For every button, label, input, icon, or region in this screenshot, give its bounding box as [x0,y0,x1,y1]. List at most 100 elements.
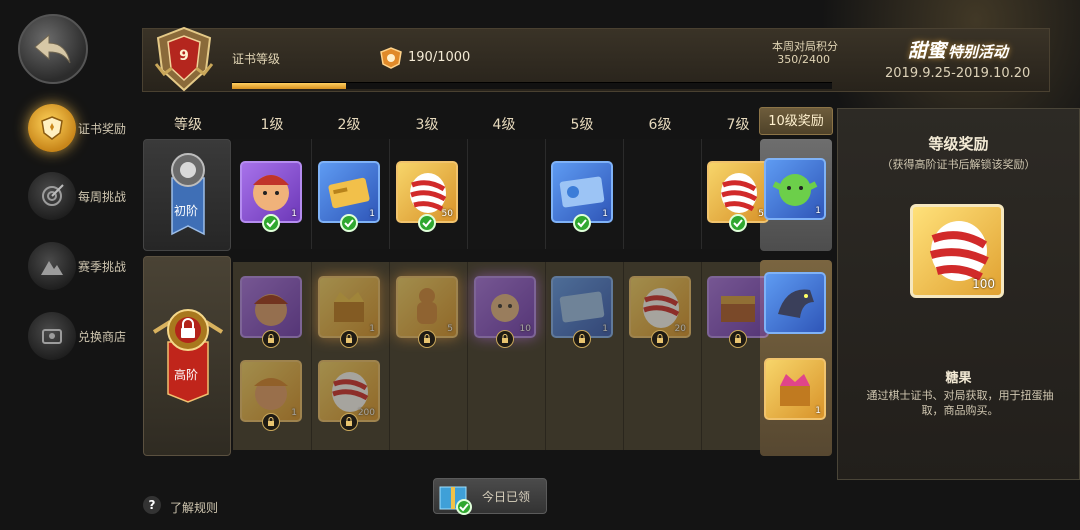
event-title-sub: 特别活动 [948,43,1009,61]
rules-link[interactable]: 了解规则 [170,499,218,516]
mountain-icon [28,242,76,290]
item-count: 1 [815,406,821,416]
lock-icon [262,413,280,431]
column-divider [311,139,312,249]
lock-icon [651,330,669,348]
column-header-level-1: 1级 [260,117,284,133]
claimed-check-icon [729,214,747,232]
column-divider [623,139,624,249]
column-divider [467,262,468,450]
weekly-points-value: 350/2400 [777,53,830,66]
item-count: 10 [519,324,531,334]
lock-icon [340,413,358,431]
basic-tier-label: 初阶 [173,204,198,218]
claimed-check-icon [262,214,280,232]
column-header-level-5: 5级 [570,117,594,133]
column-divider [389,139,390,249]
treasure-chest-icon [721,296,755,322]
advanced-tier-emblem [150,302,226,406]
item-count: 1 [815,206,821,216]
xp-value: 190/1000 [408,50,471,65]
scroll-icon [28,312,76,360]
reward-item-advanced-level-6[interactable]: 20 [629,276,691,338]
reward-detail-title: 等级奖励 [928,135,989,153]
claimed-check-icon [573,214,591,232]
nav-label: 兑换商店 [78,330,127,344]
item-count: 50 [441,209,453,219]
claimed-check-icon [340,214,358,232]
advanced-banner-lock-icon [152,309,224,403]
nav-item-certificate-reward[interactable]: 证书奖励 [28,104,148,158]
daily-claimed-label: 今日已领 [482,490,531,504]
basic-row-background [233,139,763,249]
lock-icon [418,330,436,348]
lock-icon [729,330,747,348]
top-reward-tab[interactable]: 10级奖励 [759,107,833,135]
item-count: 1 [291,209,297,219]
lock-icon [496,330,514,348]
column-header-level-3: 3级 [415,117,439,133]
weekly-points-label: 本周对局积分 [772,40,838,53]
reward-item-advanced-level-1[interactable] [240,276,302,338]
nav-item-weekly-challenge[interactable]: 每周挑战 [28,172,148,226]
dragon-icon [778,289,814,318]
event-dates: 2019.9.25-2019.10.20 [885,66,1031,81]
advanced-tier-label: 高阶 [173,368,198,382]
lock-icon [340,330,358,348]
item-count: 5 [447,324,453,334]
lock-icon [573,330,591,348]
reward-detail-description: 通过棋士证书、对局获取，用于扭蛋抽取，商品购买。 [866,389,1054,417]
nav-label: 赛季挑战 [78,260,127,274]
column-divider [545,262,546,450]
reward-item-advanced-level-3[interactable]: 5 [396,276,458,338]
xp-progress-fill [232,83,346,89]
level-column-header: 等级 [174,117,202,133]
level-number: 9 [179,48,189,64]
reward-detail-name: 糖果 [945,371,972,386]
column-divider [701,139,702,249]
reward-item-advanced-level-7[interactable] [707,276,769,338]
certificate-shield-icon [28,104,76,152]
item-count: 200 [357,408,375,418]
event-title-main: 甜蜜 [908,40,947,62]
column-divider [623,262,624,450]
hero-avatar-icon [254,294,288,326]
item-count: 1 [369,209,375,219]
item-count: 1 [602,324,608,334]
basic-tier-emblem [160,148,216,244]
claimed-check-icon [418,214,436,232]
item-count: 1 [291,408,297,418]
column-divider [701,262,702,450]
reward-item-advanced-level-10[interactable] [764,272,826,334]
reward-item-advanced-level-4[interactable]: 10 [474,276,536,338]
column-divider [467,139,468,249]
xp-emblem-icon [378,46,404,70]
item-count: 20 [674,324,686,334]
reward-item-basic-level-10[interactable]: 1 [764,158,826,220]
back-arrow-icon [34,33,71,64]
back-button[interactable] [18,14,88,84]
basic-banner-icon [171,153,205,236]
item-count: 1 [602,209,608,219]
nav-label: 每周挑战 [78,190,127,204]
reward-detail-item: 100 [910,204,1004,298]
column-header-level-4: 4级 [492,117,516,133]
event-title: 甜蜜 特别活动 [908,36,1008,63]
column-divider [545,139,546,249]
reward-item-advanced-level-10-second[interactable]: 1 [764,358,826,420]
reward-detail-subtitle: （获得高阶证书后解锁该奖励） [881,158,1036,171]
gift-box-icon [434,477,474,515]
reward-item-advanced-level-2[interactable]: 1 [318,276,380,338]
column-header-level-6: 6级 [648,117,672,133]
item-count: 100 [972,277,995,291]
column-divider [311,262,312,450]
reward-item-advanced-level-5[interactable]: 1 [551,276,613,338]
nav-label: 证书奖励 [78,122,127,136]
certificate-level-label: 证书等级 [232,52,281,66]
nav-item-season-challenge[interactable]: 赛季挑战 [28,242,148,296]
lock-icon [262,330,280,348]
help-icon[interactable]: ? [143,496,161,514]
column-divider [389,262,390,450]
target-icon [28,172,76,220]
nav-item-exchange-shop[interactable]: 兑换商店 [28,312,148,366]
